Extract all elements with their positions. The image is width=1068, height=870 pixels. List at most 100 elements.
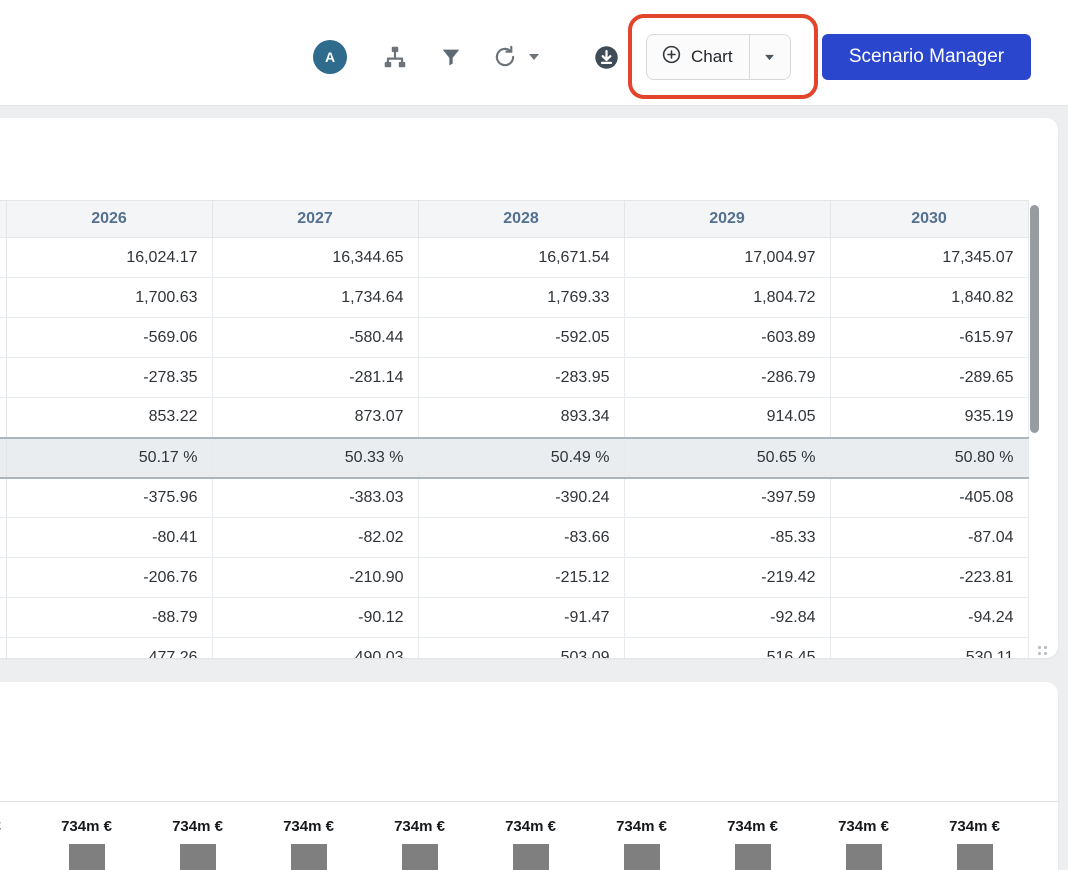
- table-cell: 1,700.63: [6, 278, 212, 318]
- table-cell: -615.97: [830, 318, 1028, 358]
- table-cell: 516.45: [624, 638, 830, 659]
- table-card: 20262027202820292030 16,024.1716,344.651…: [0, 118, 1058, 658]
- scenario-manager-button[interactable]: Scenario Manager: [822, 34, 1031, 80]
- table-cell: -580.44: [212, 318, 418, 358]
- bar-group: 734m €: [31, 818, 142, 870]
- table-cell: 50.65 %: [624, 438, 830, 478]
- chart-dropdown-caret[interactable]: [749, 35, 790, 79]
- scenario-manager-label: Scenario Manager: [849, 46, 1004, 68]
- bar-value-label: 734m €: [0, 818, 1, 840]
- column-header-2029: 2029: [624, 201, 830, 238]
- bar: [846, 844, 882, 870]
- chart-axis-line: [0, 801, 1058, 802]
- table-cell: -405.08: [830, 478, 1028, 518]
- bar: [69, 844, 105, 870]
- table-cell: -278.35: [6, 358, 212, 398]
- table-cell: -592.05: [418, 318, 624, 358]
- table-cell: 1,769.33: [418, 278, 624, 318]
- table-cell: -383.03: [212, 478, 418, 518]
- table-cell: 17,345.07: [830, 238, 1028, 278]
- table-cell: -91.47: [418, 598, 624, 638]
- table-cell: -92.84: [624, 598, 830, 638]
- table-cell: -206.76: [6, 558, 212, 598]
- table-cell: -87.04: [830, 518, 1028, 558]
- table-cell: 50.17 %: [6, 438, 212, 478]
- bar-group: 734m €: [475, 818, 586, 870]
- table-cell: -390.24: [418, 478, 624, 518]
- table-cell: 50.33 %: [212, 438, 418, 478]
- refresh-icon[interactable]: [491, 43, 519, 71]
- table-cell: 530.11: [830, 638, 1028, 659]
- column-header-2026: 2026: [6, 201, 212, 238]
- bar-group: 734m €: [364, 818, 475, 870]
- chart-split-button: Chart: [646, 34, 791, 80]
- table-cell: 853.22: [6, 398, 212, 438]
- bar-chart: 734m €734m €734m €734m €734m €734m €734m…: [0, 818, 1030, 870]
- resize-handle[interactable]: [1038, 646, 1041, 649]
- vertical-scrollbar[interactable]: [1030, 205, 1039, 433]
- bar: [291, 844, 327, 870]
- bar: [624, 844, 660, 870]
- chart-button[interactable]: Chart: [647, 35, 749, 79]
- table-cell: 50.49 %: [418, 438, 624, 478]
- bar-value-label: 734m €: [172, 818, 223, 840]
- table-body: 16,024.1716,344.6516,671.5417,004.9717,3…: [0, 238, 1028, 659]
- table-cell: 1,804.72: [624, 278, 830, 318]
- table-cell: 893.34: [418, 398, 624, 438]
- column-header-2027: 2027: [212, 201, 418, 238]
- table-cell: 477.26: [6, 638, 212, 659]
- bar-group: 734m €: [808, 818, 919, 870]
- table-cell: 873.07: [212, 398, 418, 438]
- table-row: -569.06-580.44-592.05-603.89-615.97: [0, 318, 1028, 358]
- table-cell: 1,840.82: [830, 278, 1028, 318]
- table-cell: -397.59: [624, 478, 830, 518]
- chart-button-label: Chart: [691, 47, 733, 67]
- filter-icon[interactable]: [439, 45, 463, 69]
- bar-group: 734m €: [253, 818, 364, 870]
- bar-value-label: 734m €: [727, 818, 778, 840]
- bar-group: 734m €: [142, 818, 253, 870]
- table-cell: -94.24: [830, 598, 1028, 638]
- bar-value-label: 734m €: [394, 818, 445, 840]
- bar: [513, 844, 549, 870]
- bar: [957, 844, 993, 870]
- table-cell: -215.12: [418, 558, 624, 598]
- table-row: 16,024.1716,344.6516,671.5417,004.9717,3…: [0, 238, 1028, 278]
- download-circle-icon[interactable]: [592, 43, 620, 71]
- table-cell: -281.14: [212, 358, 418, 398]
- table-cell: -283.95: [418, 358, 624, 398]
- table-cell: -223.81: [830, 558, 1028, 598]
- table-cell: -90.12: [212, 598, 418, 638]
- table-cell: -85.33: [624, 518, 830, 558]
- table-cell: 16,344.65: [212, 238, 418, 278]
- table-row: 477.26490.03503.09516.45530.11: [0, 638, 1028, 659]
- bar: [180, 844, 216, 870]
- circle-plus-icon: [661, 44, 682, 70]
- avatar[interactable]: A: [313, 40, 347, 74]
- table-cell: 16,024.17: [6, 238, 212, 278]
- table-cell: -83.66: [418, 518, 624, 558]
- table-cell: -219.42: [624, 558, 830, 598]
- table-header-row: 20262027202820292030: [0, 201, 1028, 238]
- refresh-caret-icon[interactable]: [528, 52, 540, 62]
- table-row: 50.17 %50.33 %50.49 %50.65 %50.80 %: [0, 438, 1028, 478]
- hierarchy-icon[interactable]: [381, 43, 409, 71]
- table-row: -88.79-90.12-91.47-92.84-94.24: [0, 598, 1028, 638]
- bar-group: 734m €: [0, 818, 31, 870]
- table-cell: 17,004.97: [624, 238, 830, 278]
- bar-value-label: 734m €: [505, 818, 556, 840]
- data-grid: 20262027202820292030 16,024.1716,344.651…: [0, 200, 1029, 658]
- table-row: -206.76-210.90-215.12-219.42-223.81: [0, 558, 1028, 598]
- table-row: -80.41-82.02-83.66-85.33-87.04: [0, 518, 1028, 558]
- bar-value-label: 734m €: [61, 818, 112, 840]
- table-cell: 914.05: [624, 398, 830, 438]
- table-cell: -82.02: [212, 518, 418, 558]
- table-cell: -375.96: [6, 478, 212, 518]
- column-header-2030: 2030: [830, 201, 1028, 238]
- top-toolbar: A: [0, 0, 1068, 106]
- bar-value-label: 734m €: [283, 818, 334, 840]
- bar-group: 734m €: [919, 818, 1030, 870]
- table-cell: 1,734.64: [212, 278, 418, 318]
- table-cell: -289.65: [830, 358, 1028, 398]
- table-cell: 16,671.54: [418, 238, 624, 278]
